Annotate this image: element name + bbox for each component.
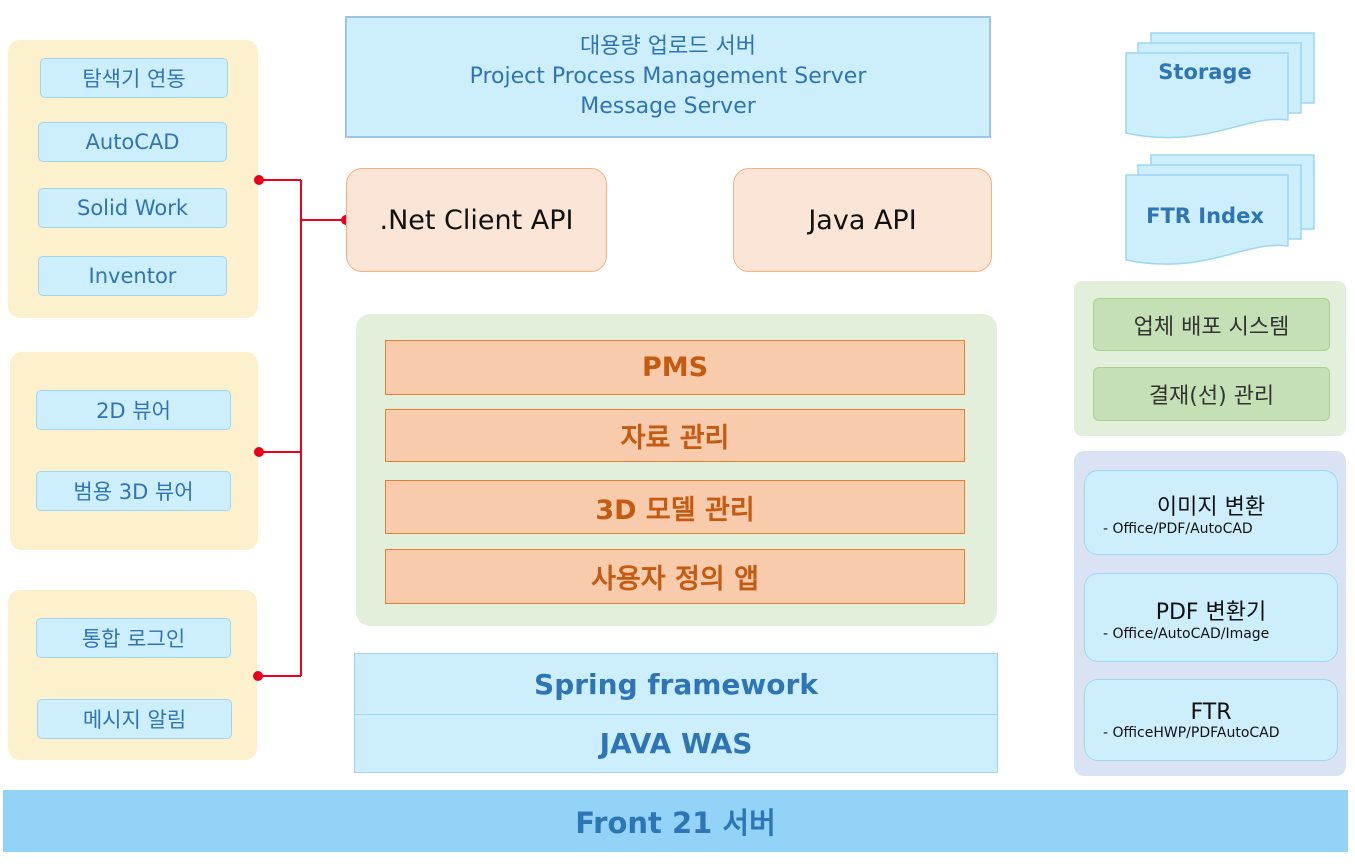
server-line: Project Process Management Server xyxy=(469,64,867,89)
converter-sub: - Office/PDF/AutoCAD xyxy=(1103,520,1253,537)
approval-management-item: 결재(선) 관리 xyxy=(1093,367,1330,421)
server-line: Message Server xyxy=(580,94,756,119)
converter-sub: - Office/AutoCAD/Image xyxy=(1103,625,1270,642)
connector-dot xyxy=(254,175,264,185)
document-stack-icon xyxy=(1125,32,1315,139)
front21-server-bar: Front 21 서버 xyxy=(3,790,1348,852)
storage-stack: Storage xyxy=(1125,32,1315,140)
custom-app-module: 사용자 정의 앱 xyxy=(385,549,965,604)
java-api-box: Java API xyxy=(733,168,992,272)
converter-title: FTR xyxy=(1190,699,1232,725)
3d-model-management-module: 3D 모델 관리 xyxy=(385,480,965,534)
pdf-converter-item: PDF 변환기 - Office/AutoCAD/Image xyxy=(1084,573,1338,662)
vendor-distribution-item: 업체 배포 시스템 xyxy=(1093,298,1330,351)
connector-dot xyxy=(254,447,264,457)
converter-title: 이미지 변환 xyxy=(1156,494,1266,520)
image-converter-item: 이미지 변환 - Office/PDF/AutoCAD xyxy=(1084,470,1338,555)
spring-framework-layer: Spring framework xyxy=(354,653,998,715)
ftr-converter-item: FTR - OfficeHWP/PDFAutoCAD xyxy=(1084,679,1338,761)
data-management-module: 자료 관리 xyxy=(385,409,965,462)
converter-sub: - OfficeHWP/PDFAutoCAD xyxy=(1103,724,1280,741)
connector-dot xyxy=(253,671,263,681)
ftr-index-stack: FTR Index xyxy=(1125,154,1315,268)
net-client-api-box: .Net Client API xyxy=(346,168,607,272)
java-was-layer: JAVA WAS xyxy=(354,714,998,773)
pms-module: PMS xyxy=(385,340,965,395)
converter-title: PDF 변환기 xyxy=(1155,599,1267,625)
ftr-index-label: FTR Index xyxy=(1146,204,1264,228)
server-line: 대용량 업로드 서버 xyxy=(580,34,756,59)
storage-label: Storage xyxy=(1158,60,1252,84)
upload-server-box: 대용량 업로드 서버 Project Process Management Se… xyxy=(345,16,991,138)
